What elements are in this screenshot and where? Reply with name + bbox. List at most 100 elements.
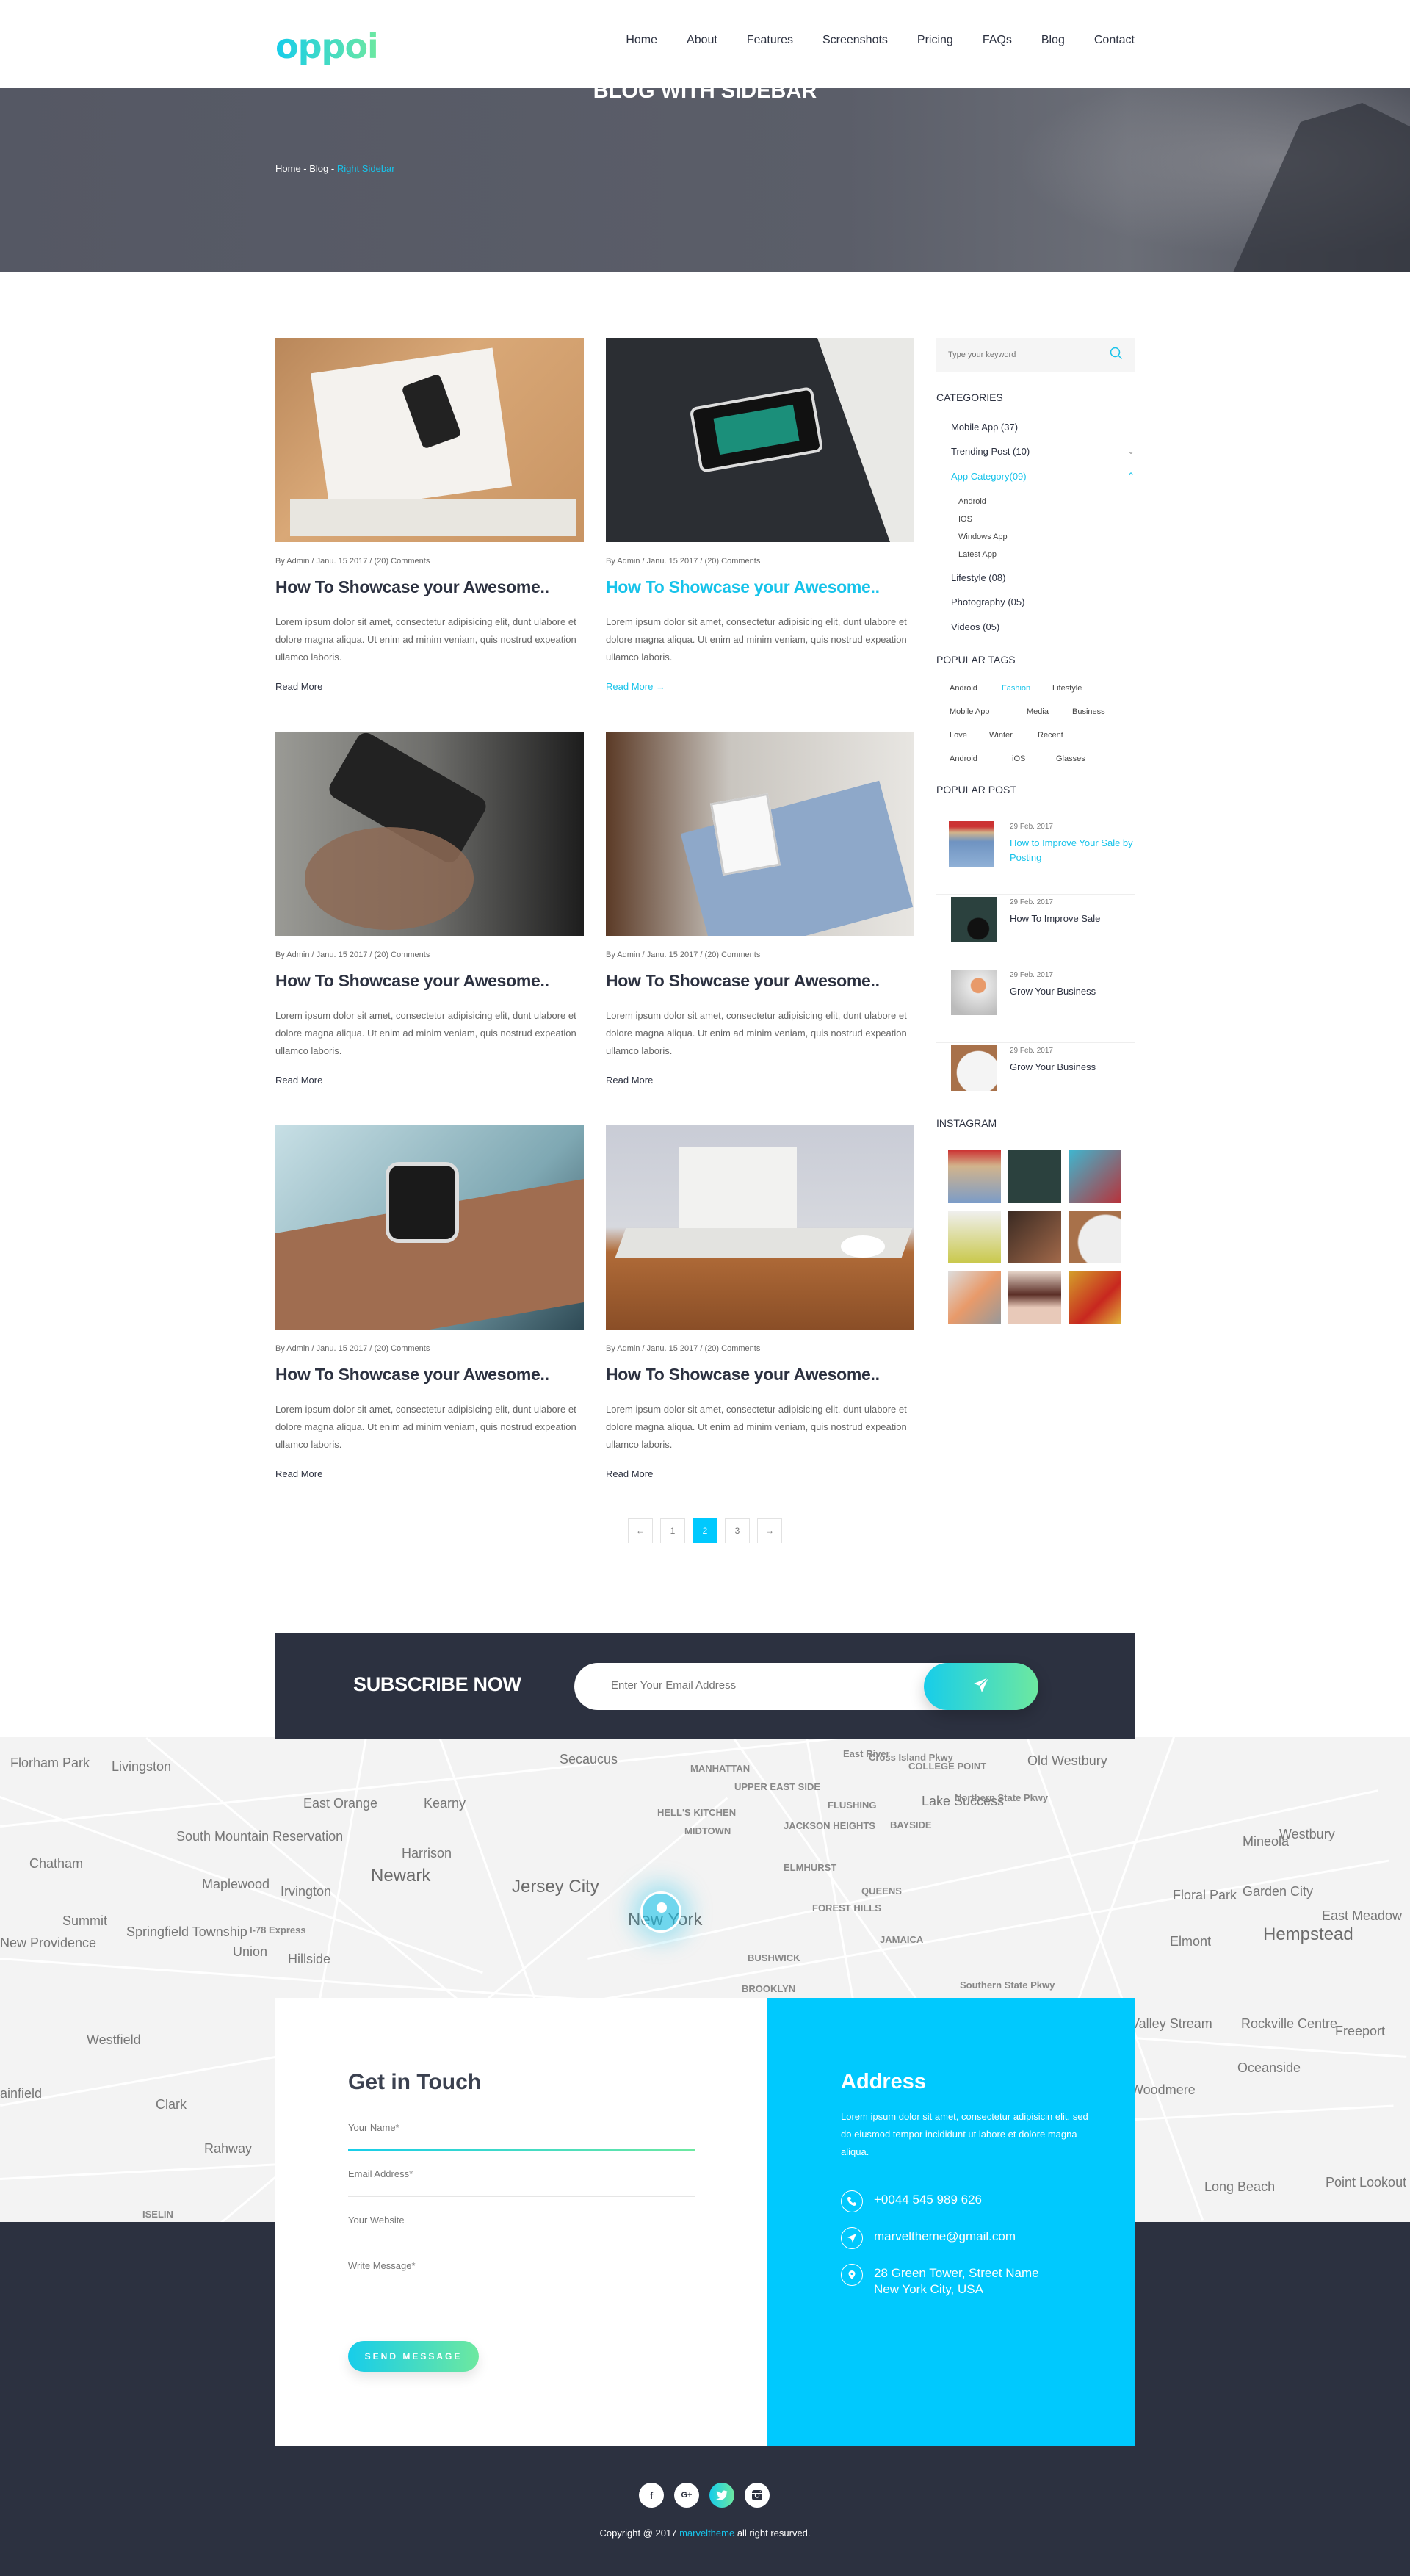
- read-more-link[interactable]: Read More →: [606, 681, 914, 692]
- address-title: Address: [841, 2070, 927, 2093]
- instagram-photo[interactable]: [948, 1150, 1001, 1203]
- read-more-link[interactable]: Read More: [275, 1075, 584, 1086]
- pagination-page-2[interactable]: 2: [693, 1518, 717, 1543]
- arrow-right-icon: →: [655, 681, 665, 692]
- nav-screenshots[interactable]: Screenshots: [822, 34, 888, 47]
- nav-faqs[interactable]: FAQs: [983, 34, 1012, 47]
- category-app-category[interactable]: App Category(09) ⌃: [951, 471, 1135, 482]
- subscribe-email-input[interactable]: [611, 1679, 890, 1692]
- post-image-hand-holding-phone[interactable]: [275, 732, 584, 936]
- pagination-prev[interactable]: ←: [628, 1518, 653, 1543]
- tag[interactable]: Love: [950, 731, 967, 740]
- map-label: JAMAICA: [880, 1934, 924, 1945]
- facebook-icon[interactable]: f: [639, 2483, 664, 2508]
- tag[interactable]: Lifestyle: [1052, 684, 1082, 693]
- tag[interactable]: Glasses: [1056, 754, 1085, 763]
- category-lifestyle[interactable]: Lifestyle (08): [951, 572, 1135, 583]
- pagination-page-3[interactable]: 3: [725, 1518, 750, 1543]
- instagram-photo[interactable]: [1069, 1150, 1121, 1203]
- pagination-page-1[interactable]: 1: [660, 1518, 685, 1543]
- post-image-smartwatch[interactable]: [275, 1125, 584, 1330]
- chevron-up-icon[interactable]: ⌃: [1127, 471, 1135, 482]
- nav-features[interactable]: Features: [747, 34, 793, 47]
- pagination-next[interactable]: →: [757, 1518, 782, 1543]
- subcategory-latest-app[interactable]: Latest App: [958, 550, 997, 559]
- address-description: Lorem ipsum dolor sit amet, consectetur …: [841, 2111, 1088, 2157]
- tag-active[interactable]: Fashion: [1002, 684, 1030, 693]
- category-videos[interactable]: Videos (05): [951, 621, 1135, 632]
- breadcrumb-blog[interactable]: Blog: [309, 163, 328, 174]
- nav-blog[interactable]: Blog: [1041, 34, 1065, 47]
- post-excerpt: Lorem ipsum dolor sit amet, consectetur …: [606, 616, 907, 663]
- post-title[interactable]: How To Showcase your Awesome..: [606, 577, 914, 597]
- subcategory-ios[interactable]: IOS: [958, 515, 972, 524]
- instagram-photo[interactable]: [1008, 1271, 1061, 1324]
- chevron-down-icon[interactable]: ⌄: [1127, 446, 1135, 457]
- name-input[interactable]: [348, 2122, 695, 2133]
- subcategory-android[interactable]: Android: [958, 497, 986, 506]
- tag[interactable]: Android: [950, 754, 977, 763]
- popular-post[interactable]: 29 Feb. 2017 Grow Your Business: [936, 970, 1135, 1043]
- read-more-link[interactable]: Read More: [606, 1075, 914, 1086]
- post-title[interactable]: How To Showcase your Awesome..: [275, 971, 584, 991]
- tag[interactable]: Winter: [989, 731, 1013, 740]
- tag[interactable]: Android: [950, 684, 977, 693]
- brand-link[interactable]: marveltheme: [679, 2528, 734, 2539]
- search-icon[interactable]: [1110, 347, 1123, 364]
- post-meta: By Admin / Janu. 15 2017 / (20) Comments: [606, 557, 761, 566]
- send-message-button[interactable]: SEND MESSAGE: [348, 2341, 479, 2372]
- post-image-man-with-tablet[interactable]: [606, 732, 914, 936]
- read-more-link[interactable]: Read More: [606, 1468, 914, 1479]
- subscribe-button[interactable]: [924, 1663, 1038, 1710]
- tag[interactable]: Business: [1072, 707, 1105, 716]
- tag[interactable]: Recent: [1038, 731, 1063, 740]
- instagram-photo[interactable]: [948, 1211, 1001, 1263]
- message-textarea[interactable]: [348, 2260, 695, 2304]
- map-pin-icon[interactable]: [640, 1891, 682, 1933]
- logo[interactable]: oppoi: [275, 26, 379, 66]
- tag[interactable]: Media: [1027, 707, 1049, 716]
- breadcrumb-home[interactable]: Home: [275, 163, 301, 174]
- popular-post[interactable]: 29 Feb. 2017 Grow Your Business: [936, 1045, 1135, 1119]
- website-input[interactable]: [348, 2215, 695, 2226]
- read-more-link[interactable]: Read More: [275, 681, 584, 692]
- post-title[interactable]: How To Showcase your Awesome..: [275, 1365, 584, 1385]
- google-plus-icon[interactable]: G+: [674, 2483, 699, 2508]
- post-excerpt: Lorem ipsum dolor sit amet, consectetur …: [275, 1010, 576, 1056]
- instagram-photo[interactable]: [1008, 1211, 1061, 1263]
- instagram-photo[interactable]: [1069, 1211, 1121, 1263]
- instagram-photo[interactable]: [1069, 1271, 1121, 1324]
- phone-icon: [841, 2190, 863, 2212]
- category-label: App Category(09): [951, 471, 1027, 482]
- subcategory-windows-app[interactable]: Windows App: [958, 533, 1008, 541]
- search-input[interactable]: [948, 350, 1080, 359]
- nav-about[interactable]: About: [687, 34, 717, 47]
- tag[interactable]: iOS: [1012, 754, 1025, 763]
- nav-contact[interactable]: Contact: [1094, 34, 1135, 47]
- post-image-desk-with-phone[interactable]: [275, 338, 584, 542]
- popular-post[interactable]: 29 Feb. 2017 How To Improve Sale: [936, 897, 1135, 970]
- instagram-photo[interactable]: [1008, 1150, 1061, 1203]
- post-image-glasses-laptop[interactable]: [606, 1125, 914, 1330]
- post-excerpt: Lorem ipsum dolor sit amet, consectetur …: [275, 1404, 576, 1450]
- read-more-link[interactable]: Read More: [275, 1468, 584, 1479]
- category-trending-post[interactable]: Trending Post (10) ⌄: [951, 446, 1135, 457]
- popular-post[interactable]: 29 Feb. 2017 How to Improve Your Sale by…: [936, 821, 1135, 895]
- phone-number[interactable]: +0044 545 989 626: [874, 2192, 982, 2208]
- instagram-icon[interactable]: [745, 2483, 770, 2508]
- post-meta: By Admin / Janu. 15 2017 / (20) Comments: [275, 1344, 430, 1353]
- post-image-phone-earbuds[interactable]: [606, 338, 914, 542]
- instagram-photo[interactable]: [948, 1271, 1001, 1324]
- email-address[interactable]: marveltheme@gmail.com: [874, 2229, 1016, 2245]
- post-title[interactable]: How To Showcase your Awesome..: [606, 971, 914, 991]
- tag[interactable]: Mobile App: [950, 707, 989, 716]
- nav-pricing[interactable]: Pricing: [917, 34, 953, 47]
- nav-home[interactable]: Home: [626, 34, 657, 47]
- post-meta: By Admin / Janu. 15 2017 / (20) Comments: [275, 557, 430, 566]
- post-title[interactable]: How To Showcase your Awesome..: [606, 1365, 914, 1385]
- category-mobile-app[interactable]: Mobile App (37): [951, 422, 1135, 433]
- category-photography[interactable]: Photography (05): [951, 596, 1135, 607]
- twitter-icon[interactable]: [709, 2483, 734, 2508]
- post-title[interactable]: How To Showcase your Awesome..: [275, 577, 584, 597]
- email-input[interactable]: [348, 2168, 695, 2179]
